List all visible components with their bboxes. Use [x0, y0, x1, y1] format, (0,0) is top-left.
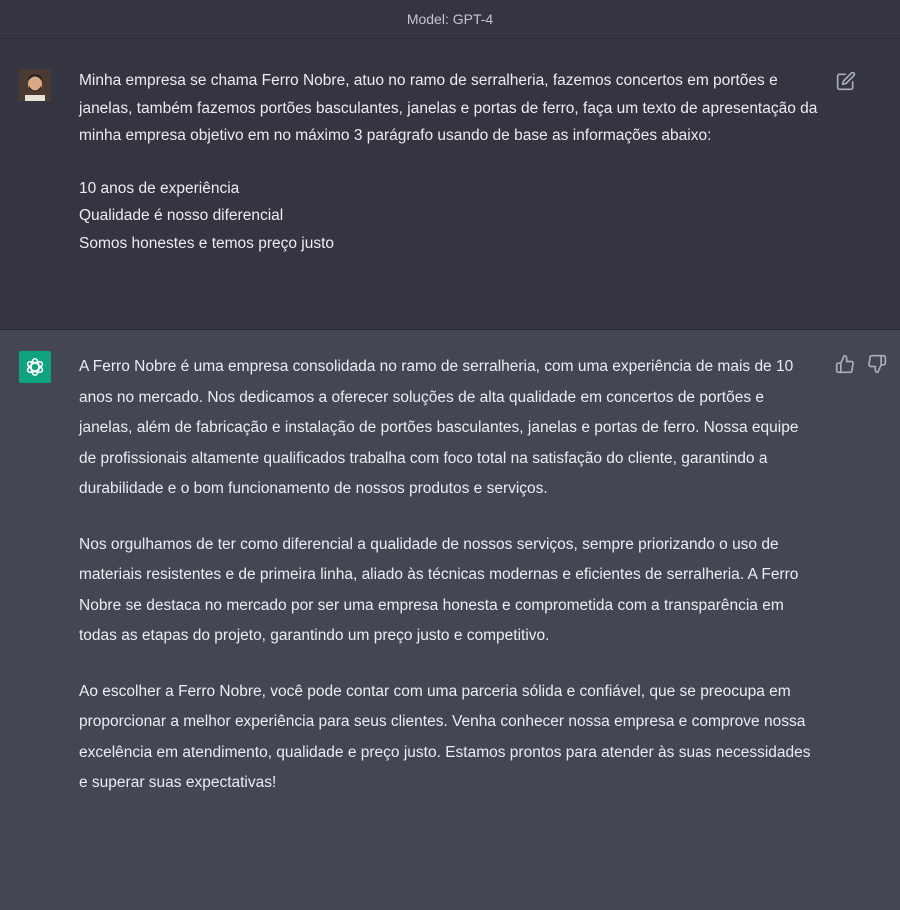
thumbs-down-button[interactable]	[867, 354, 889, 376]
thumbs-up-icon	[835, 354, 854, 374]
model-header: Model: GPT-4	[0, 0, 900, 39]
edit-button[interactable]	[836, 71, 856, 91]
assistant-paragraph: Ao escolher a Ferro Nobre, você pode con…	[79, 682, 811, 792]
user-line: Qualidade é nosso diferencial	[79, 207, 284, 224]
user-line: 10 anos de experiência	[79, 179, 240, 197]
user-paragraph: Minha empresa se chama Ferro Nobre, atuo…	[79, 72, 818, 144]
assistant-avatar	[19, 351, 51, 383]
thumbs-up-button[interactable]	[835, 354, 857, 376]
assistant-message: A Ferro Nobre é uma empresa consolidada …	[0, 330, 900, 910]
assistant-paragraph: A Ferro Nobre é uma empresa consolidada …	[79, 358, 799, 497]
user-line: Somos honestes e temos preço justo	[79, 234, 335, 252]
user-message-text: Minha empresa se chama Ferro Nobre, atuo…	[79, 67, 819, 257]
edit-icon	[836, 71, 856, 91]
user-message: Minha empresa se chama Ferro Nobre, atuo…	[0, 39, 900, 330]
openai-logo-icon	[26, 358, 44, 376]
model-label: Model: GPT-4	[406, 11, 494, 27]
user-avatar	[19, 69, 51, 101]
assistant-message-text: A Ferro Nobre é uma empresa consolidada …	[79, 352, 819, 824]
user-avatar-image	[19, 69, 51, 101]
thumbs-down-icon	[868, 354, 887, 374]
assistant-paragraph: Nos orgulhamos de ter como diferencial a…	[79, 535, 799, 645]
